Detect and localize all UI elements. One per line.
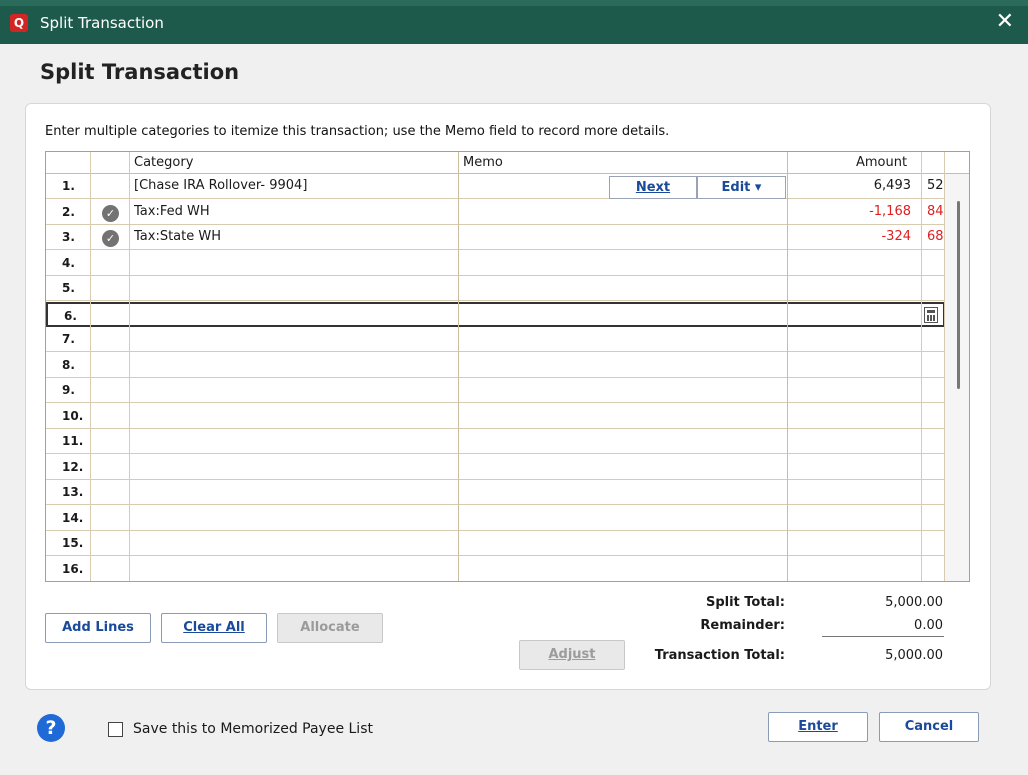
- split-row[interactable]: 11.: [46, 429, 969, 454]
- add-lines-label: Add Lines: [62, 620, 134, 635]
- split-row[interactable]: 13.: [46, 480, 969, 505]
- row-number: 10.: [62, 408, 84, 423]
- row-number: 6.: [64, 308, 77, 323]
- dialog-heading: Split Transaction: [40, 60, 240, 84]
- split-row[interactable]: 9.: [46, 378, 969, 403]
- cents-cell[interactable]: 84: [927, 204, 944, 219]
- next-label: Next: [635, 180, 671, 195]
- clear-all-label: Clear All: [183, 620, 245, 635]
- row-number: 14.: [62, 510, 84, 525]
- transaction-total-value: 5,000.00: [885, 648, 943, 663]
- allocate-button[interactable]: Allocate: [277, 613, 383, 643]
- add-lines-button[interactable]: Add Lines: [45, 613, 151, 643]
- window-title: Split Transaction: [40, 14, 164, 32]
- close-icon[interactable]: ✕: [996, 10, 1014, 34]
- clear-all-button[interactable]: Clear All: [161, 613, 267, 643]
- enter-label: Enter: [798, 719, 838, 734]
- cancel-label: Cancel: [904, 719, 954, 734]
- row-number: 1.: [62, 179, 75, 193]
- calculator-icon[interactable]: [924, 306, 938, 323]
- row-number: 11.: [62, 434, 84, 448]
- split-total-label: Split Total:: [705, 595, 785, 610]
- split-row[interactable]: 10.: [46, 404, 969, 429]
- column-divider: [458, 152, 459, 581]
- remainder-value: 0.00: [914, 618, 943, 633]
- column-divider: [129, 152, 130, 581]
- row-number: 2.: [62, 204, 75, 219]
- check-icon: ✓: [102, 230, 119, 247]
- row-number: 7.: [62, 332, 75, 346]
- totals-divider: [822, 636, 944, 637]
- column-divider: [787, 152, 788, 581]
- check-icon: ✓: [102, 204, 119, 222]
- edit-menu-button[interactable]: Edit ▾: [697, 176, 786, 199]
- memorize-payee-label[interactable]: Save this to Memorized Payee List: [133, 721, 373, 737]
- split-row[interactable]: 7.: [46, 327, 969, 352]
- cents-cell[interactable]: 52: [927, 178, 944, 193]
- column-header-category: Category: [134, 155, 194, 170]
- help-icon[interactable]: ?: [37, 714, 65, 742]
- column-header-memo: Memo: [463, 155, 503, 170]
- row-number: 16.: [62, 561, 84, 576]
- row-number: 5.: [62, 281, 75, 295]
- split-row[interactable]: 3. ✓ Tax:State WH -324 68: [46, 225, 969, 250]
- title-bar-edge: [0, 0, 1028, 6]
- row-number: 3.: [62, 230, 75, 244]
- split-row[interactable]: 12.: [46, 455, 969, 480]
- split-row[interactable]: 15.: [46, 531, 969, 556]
- grid-scroll-thumb[interactable]: [957, 201, 960, 389]
- amount-cell[interactable]: -1,168: [869, 204, 911, 219]
- column-header-amount: Amount: [856, 155, 908, 170]
- split-row[interactable]: 2. ✓ Tax:Fed WH -1,168 84: [46, 200, 969, 225]
- cancel-button[interactable]: Cancel: [879, 712, 979, 742]
- row-number: 4.: [62, 255, 75, 270]
- enter-button[interactable]: Enter: [768, 712, 868, 742]
- split-row[interactable]: 1. [Chase IRA Rollover- 9904] 6,493 52: [46, 174, 969, 199]
- split-row[interactable]: 14.: [46, 506, 969, 531]
- quicken-logo-icon: Q: [10, 14, 28, 32]
- amount-cell[interactable]: -324: [881, 229, 911, 244]
- split-row[interactable]: 4.: [46, 251, 969, 276]
- row-number: 15.: [62, 536, 84, 550]
- split-row[interactable]: 8.: [46, 353, 969, 378]
- split-grid: Category Memo Amount 1. [Chase IRA Rollov…: [45, 151, 970, 582]
- split-row[interactable]: 5.: [46, 276, 969, 301]
- category-cell[interactable]: Tax:Fed WH: [134, 204, 210, 219]
- edit-label: Edit ▾: [721, 180, 762, 195]
- column-divider: [90, 152, 91, 581]
- next-button[interactable]: Next: [609, 176, 697, 199]
- instructions-text: Enter multiple categories to itemize thi…: [45, 124, 670, 139]
- split-total-value: 5,000.00: [885, 595, 943, 610]
- row-number: 13.: [62, 485, 84, 499]
- transaction-total-label: Transaction Total:: [654, 648, 785, 663]
- row-number: 12.: [62, 459, 84, 474]
- cents-cell[interactable]: 68: [927, 229, 944, 244]
- split-row[interactable]: 6.: [46, 301, 945, 327]
- amount-cell[interactable]: 6,493: [874, 178, 911, 193]
- row-number: 9.: [62, 383, 75, 397]
- category-cell[interactable]: Tax:State WH: [134, 229, 221, 244]
- grid-header: Category Memo Amount: [46, 152, 969, 174]
- category-cell[interactable]: [Chase IRA Rollover- 9904]: [134, 178, 307, 193]
- allocate-label: Allocate: [300, 620, 360, 635]
- remainder-label: Remainder:: [700, 618, 785, 633]
- title-bar: Q Split Transaction ✕: [0, 0, 1028, 44]
- split-row[interactable]: 16.: [46, 557, 969, 581]
- memorize-payee-checkbox[interactable]: [108, 722, 123, 737]
- row-number: 8.: [62, 357, 75, 372]
- column-divider: [921, 152, 922, 581]
